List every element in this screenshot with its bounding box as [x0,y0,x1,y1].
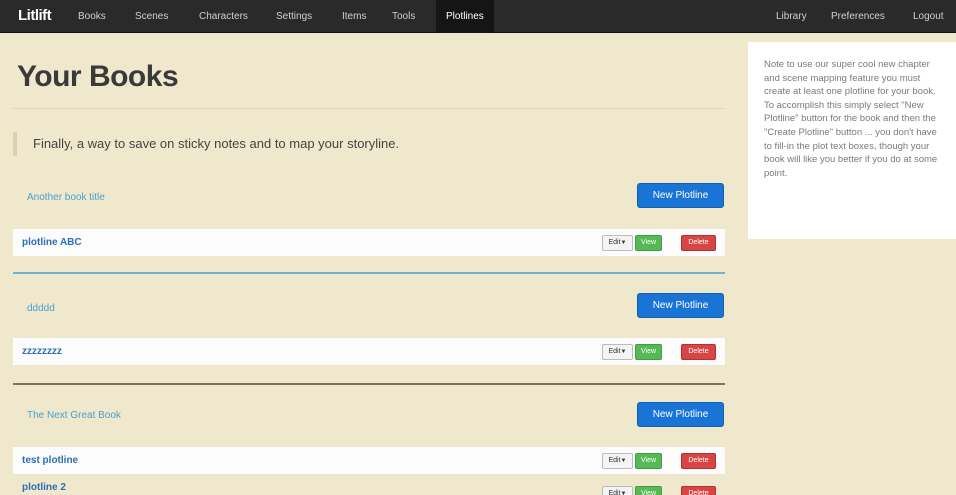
caret-down-icon: ▼ [620,458,627,464]
view-button[interactable]: View [635,453,662,469]
page-title: Your Books [17,60,179,93]
nav-link-items[interactable]: Items [342,11,366,22]
nav-link-library[interactable]: Library [776,11,807,22]
plotline-row: plotline 2 Edit▼ View Delete [13,476,725,495]
nav-link-preferences[interactable]: Preferences [831,11,885,22]
edit-label: Edit [608,348,621,355]
plotline-row: plotline ABC Edit▼ View Delete [13,229,725,256]
edit-dropdown-button[interactable]: Edit▼ [602,486,633,495]
book-divider [13,383,725,385]
plotline-name-link[interactable]: plotline ABC [22,237,82,248]
view-button[interactable]: View [635,344,662,360]
title-divider [13,108,725,109]
nav-link-settings[interactable]: Settings [276,11,312,22]
plotline-name-link[interactable]: test plotline [22,455,78,466]
plotline-row: zzzzzzzz Edit▼ View Delete [13,338,725,365]
edit-dropdown-button[interactable]: Edit▼ [602,235,633,251]
plotline-help-note: Note to use our super cool new chapter a… [748,42,956,239]
book-title-link[interactable]: ddddd [27,303,55,314]
nav-link-characters[interactable]: Characters [199,11,248,22]
plotline-name-link[interactable]: plotline 2 [22,482,66,493]
book-title-link[interactable]: The Next Great Book [27,410,121,421]
lead-blockquote: Finally, a way to save on sticky notes a… [13,132,725,156]
new-plotline-button[interactable]: New Plotline [637,402,724,427]
book-divider [13,272,725,274]
delete-button[interactable]: Delete [681,486,716,495]
edit-dropdown-button[interactable]: Edit▼ [602,453,633,469]
new-plotline-button[interactable]: New Plotline [637,183,724,208]
edit-dropdown-button[interactable]: Edit▼ [602,344,633,360]
plotline-row: test plotline Edit▼ View Delete [13,447,725,474]
delete-button[interactable]: Delete [681,235,716,251]
caret-down-icon: ▼ [620,240,627,246]
edit-label: Edit [608,490,621,495]
delete-button[interactable]: Delete [681,453,716,469]
edit-label: Edit [608,239,621,246]
nav-link-plotlines[interactable]: Plotlines [436,0,494,33]
nav-link-tools[interactable]: Tools [392,11,415,22]
brand-logo[interactable]: Litlift [18,7,52,24]
edit-label: Edit [608,457,621,464]
caret-down-icon: ▼ [620,491,627,495]
caret-down-icon: ▼ [620,349,627,355]
view-button[interactable]: View [635,235,662,251]
nav-link-scenes[interactable]: Scenes [135,11,168,22]
new-plotline-button[interactable]: New Plotline [637,293,724,318]
nav-link-logout[interactable]: Logout [913,11,944,22]
plotline-name-link[interactable]: zzzzzzzz [22,346,62,357]
delete-button[interactable]: Delete [681,344,716,360]
book-title-link[interactable]: Another book title [27,192,105,203]
nav-link-books[interactable]: Books [78,11,106,22]
view-button[interactable]: View [635,486,662,495]
top-navbar: Litlift Books Scenes Characters Settings… [0,0,956,33]
